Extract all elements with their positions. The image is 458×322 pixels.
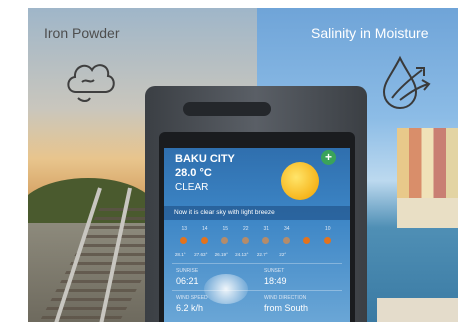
hourly-temp: 27.63° <box>194 252 208 257</box>
hour-label: 22 <box>242 226 249 232</box>
sunset-time: 18:49 <box>264 276 287 286</box>
hourly-weather-icon <box>236 236 257 246</box>
hour-label: 13 <box>181 226 188 232</box>
sunrise-time: 06:21 <box>176 276 199 286</box>
hourly-weather-icon <box>256 236 277 246</box>
iron-powder-caption: Iron Powder <box>44 25 120 41</box>
hourly-temp: 26.19° <box>214 252 228 257</box>
hourly-temperatures: 28.1° 27.63° 26.19° 24.13° 22.7° 22° <box>170 252 350 257</box>
hour-label: 10 <box>324 226 331 232</box>
wind-speed-value: 6.2 k/h <box>176 303 204 313</box>
weather-summary: Now it is clear sky with light breeze <box>164 206 350 220</box>
hourly-weather-icon <box>277 236 298 246</box>
wind-direction-value: from South <box>264 303 309 313</box>
weather-condition: CLEAR <box>175 182 209 193</box>
city-name: BAKU CITY <box>175 153 235 165</box>
salinity-caption: Salinity in Moisture <box>311 25 429 41</box>
sun-icon <box>281 162 319 200</box>
current-temperature: 28.0 °C <box>175 167 212 179</box>
sand-foreground <box>377 298 458 322</box>
hourly-weather-icon <box>195 236 216 246</box>
hour-label: 14 <box>201 226 208 232</box>
hourly-weather-icon <box>297 236 318 246</box>
cloud-outline-icon <box>67 64 115 102</box>
colorful-houses <box>397 128 458 198</box>
divider <box>172 263 342 264</box>
add-location-button[interactable]: + <box>321 150 336 165</box>
hour-label: 34 <box>283 226 290 232</box>
screen-bezel: BAKU CITY 28.0 °C CLEAR + Now it is clea… <box>159 132 355 322</box>
water-drop-with-arrows-icon <box>382 55 431 110</box>
hourly-temp: 28.1° <box>174 252 186 257</box>
divider <box>172 290 342 291</box>
hourly-weather-icon <box>318 236 339 246</box>
hourly-temp <box>293 252 314 257</box>
hour-label: 15 <box>222 226 229 232</box>
wind-speed-label: WIND SPEED <box>176 295 208 301</box>
sunrise-label: SUNRISE <box>176 268 199 274</box>
hourly-temp <box>314 252 335 257</box>
sunset-label: SUNSET <box>264 268 285 274</box>
hourly-weather-icon <box>174 236 195 246</box>
speaker-grille <box>183 102 271 116</box>
hourly-temp: 24.13° <box>235 252 249 257</box>
hourly-icons <box>174 236 350 246</box>
outdoor-display-kiosk: BAKU CITY 28.0 °C CLEAR + Now it is clea… <box>145 86 367 322</box>
cloud-icon <box>204 274 248 304</box>
wind-direction-label: WIND DIRECTION <box>264 295 307 301</box>
hour-label: 31 <box>263 226 270 232</box>
hourly-weather-icon <box>215 236 236 246</box>
beach-strip <box>397 198 458 228</box>
hour-label <box>297 226 318 232</box>
hourly-temp: 22.7° <box>256 252 268 257</box>
weather-screen: BAKU CITY 28.0 °C CLEAR + Now it is clea… <box>164 148 350 322</box>
hourly-labels: 13 14 15 22 31 34 10 <box>174 226 350 232</box>
hourly-temp: 22° <box>279 252 287 257</box>
